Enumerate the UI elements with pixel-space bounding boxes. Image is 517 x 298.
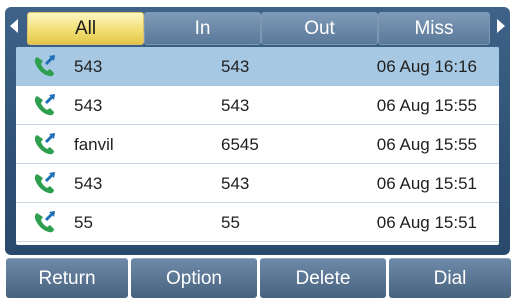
return-button[interactable]: Return [6,258,128,298]
call-time: 06 Aug 15:55 [376,135,477,154]
tab-miss[interactable]: Miss [378,12,490,45]
call-number: 543 [221,174,250,193]
phone-screen: All In Out Miss 543 543 06 Aug 16:16 543… [0,0,517,298]
outgoing-call-icon [34,132,56,155]
call-name: 543 [74,57,103,76]
return-label: Return [38,267,96,289]
call-history-display: All In Out Miss 543 543 06 Aug 16:16 543… [5,7,510,255]
outgoing-call-icon [34,93,56,116]
outgoing-call-icon [34,210,56,233]
softkey-bar: Return Option Delete Dial [0,258,517,298]
call-time: 06 Aug 15:51 [376,213,477,232]
option-button[interactable]: Option [131,258,257,298]
tab-all-label: All [74,17,97,39]
call-row[interactable]: 543 543 06 Aug 15:55 [16,86,499,125]
tab-out[interactable]: Out [261,12,378,45]
call-name: fanvil [74,135,114,154]
call-number: 55 [221,213,240,232]
right-arrow-icon[interactable] [497,19,505,33]
call-name: 543 [74,174,103,193]
tab-bar: All In Out Miss [5,9,510,51]
call-list: 543 543 06 Aug 16:16 543 543 06 Aug 15:5… [16,47,499,245]
delete-label: Delete [295,267,351,289]
tab-in[interactable]: In [144,12,261,45]
call-row[interactable]: fanvil 6545 06 Aug 15:55 [16,125,499,164]
call-time: 06 Aug 15:55 [376,96,477,115]
left-arrow-icon[interactable] [10,19,18,33]
tab-in-label: In [194,17,211,39]
call-number: 543 [221,57,250,76]
outgoing-call-icon [34,171,56,194]
tab-all[interactable]: All [27,12,144,45]
call-row[interactable]: 543 543 06 Aug 16:16 [16,47,499,86]
outgoing-call-icon [34,54,56,77]
option-label: Option [166,267,222,289]
call-name: 55 [74,213,93,232]
call-time: 06 Aug 16:16 [376,57,477,76]
call-name: 543 [74,96,103,115]
tab-out-label: Out [304,17,335,39]
delete-button[interactable]: Delete [260,258,386,298]
dial-button[interactable]: Dial [389,258,511,298]
call-number: 6545 [221,135,259,154]
call-time: 06 Aug 15:51 [376,174,477,193]
call-row[interactable]: 543 543 06 Aug 15:51 [16,164,499,203]
call-number: 543 [221,96,250,115]
dial-label: Dial [433,267,467,289]
call-row[interactable]: 55 55 06 Aug 15:51 [16,203,499,242]
tab-miss-label: Miss [414,17,454,39]
